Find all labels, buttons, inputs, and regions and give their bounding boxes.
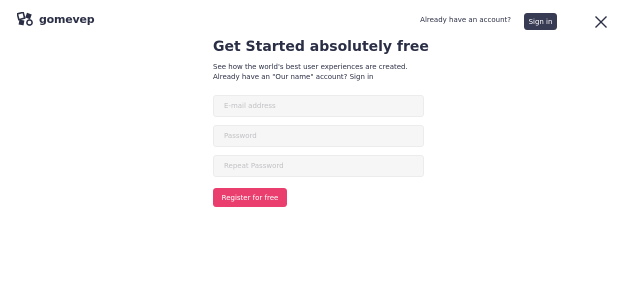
close-icon[interactable] bbox=[594, 14, 608, 28]
password-field[interactable] bbox=[213, 125, 424, 147]
register-button[interactable]: Register for free bbox=[213, 188, 287, 207]
email-field[interactable] bbox=[213, 95, 424, 117]
puzzle-pieces-icon bbox=[17, 12, 34, 26]
page-subtitle: See how the world's best user experience… bbox=[213, 63, 408, 81]
page-title: Get Started absolutely free bbox=[213, 39, 429, 55]
repeat-password-field[interactable] bbox=[213, 155, 424, 177]
registration-form: Get Started absolutely free See how the … bbox=[213, 38, 443, 207]
brand-name: gomevep bbox=[39, 12, 95, 26]
account-prompt: Already have an account? bbox=[420, 16, 511, 24]
sign-in-button[interactable]: Sign in bbox=[524, 13, 557, 30]
brand-logo[interactable]: gomevep bbox=[17, 12, 95, 26]
